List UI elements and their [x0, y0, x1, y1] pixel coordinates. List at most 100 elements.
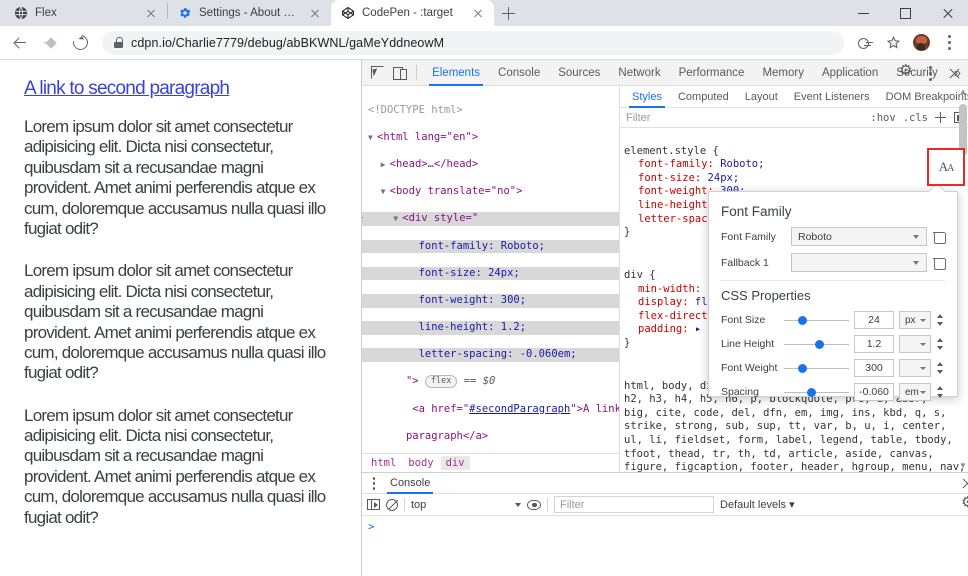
live-expression-eye-icon[interactable]: [527, 499, 541, 510]
devtools-close-button[interactable]: [942, 61, 966, 85]
tab-dom-breakpoints[interactable]: DOM Breakpoints: [878, 86, 968, 108]
font-size-input[interactable]: 24: [854, 311, 894, 329]
dom-line-doctype[interactable]: <!DOCTYPE html>: [362, 104, 619, 118]
dom-line-body-open[interactable]: ▼ <body translate="no">: [362, 185, 619, 199]
profile-button[interactable]: [908, 30, 934, 56]
font-weight-label: Font Weight: [721, 362, 778, 374]
font-family-select[interactable]: Roboto: [791, 227, 927, 246]
cls-toggle[interactable]: .cls: [903, 112, 928, 124]
more-options-dots[interactable]: ⋯: [362, 212, 364, 226]
forward-button[interactable]: [36, 29, 64, 57]
dom-line-html-open[interactable]: ▼ <html lang="en">: [362, 131, 619, 145]
dom-line-head[interactable]: ▶ <head>…</head>: [362, 158, 619, 172]
back-button[interactable]: [6, 29, 34, 57]
devtools-settings-button[interactable]: [894, 61, 918, 85]
line-height-input[interactable]: 1.2: [854, 335, 894, 353]
devtools-menu-button[interactable]: [918, 61, 942, 85]
address-bar[interactable]: cdpn.io/Charlie7779/debug/abBKWNL/gaMeYd…: [102, 30, 844, 55]
styles-scrollbar[interactable]: ▲ ▼: [959, 88, 967, 470]
font-size-slider[interactable]: [784, 314, 849, 327]
line-height-stepper[interactable]: [936, 337, 945, 351]
inspect-element-button[interactable]: [366, 61, 388, 85]
css-properties-title: CSS Properties: [721, 288, 811, 303]
declaration-font-size[interactable]: font-size: 24px;: [624, 172, 968, 186]
delete-fallback-button[interactable]: [933, 256, 946, 270]
second-paragraph-link[interactable]: A link to second paragraph: [24, 78, 230, 100]
tab-application[interactable]: Application: [813, 60, 887, 86]
breadcrumb-body[interactable]: body: [403, 456, 438, 470]
line-height-unit-select[interactable]: [899, 335, 931, 353]
fallback-select[interactable]: [791, 253, 927, 272]
breadcrumb-div[interactable]: div: [440, 456, 470, 470]
font-weight-input[interactable]: 300: [854, 359, 894, 377]
new-style-rule-button[interactable]: [935, 111, 947, 124]
font-size-stepper[interactable]: [936, 313, 945, 327]
dom-tree[interactable]: <!DOCTYPE html> ▼ <html lang="en"> ▶ <head…: [362, 86, 619, 453]
dom-style-font-weight[interactable]: font-weight: 300;: [362, 293, 619, 308]
flex-badge[interactable]: flex: [424, 375, 458, 389]
close-icon[interactable]: [143, 5, 159, 21]
browser-tab-codepen[interactable]: CodePen - :target: [331, 0, 494, 26]
key-icon: [857, 38, 873, 49]
font-weight-stepper[interactable]: [936, 361, 945, 375]
minimize-button[interactable]: [842, 0, 884, 26]
tab-performance[interactable]: Performance: [670, 60, 754, 86]
font-weight-slider[interactable]: [784, 362, 849, 375]
anchor-href-value[interactable]: #secondParagraph: [469, 403, 570, 415]
dom-line-div-style-close[interactable]: "> flex == $0: [362, 375, 619, 389]
tab-network[interactable]: Network: [609, 60, 669, 86]
bookmark-button[interactable]: [880, 30, 906, 56]
spacing-slider[interactable]: [784, 386, 849, 399]
font-size-unit-select[interactable]: px: [899, 311, 931, 329]
styles-filter-input[interactable]: Filter: [626, 112, 863, 124]
tab-memory[interactable]: Memory: [753, 60, 813, 86]
console-filter-input[interactable]: Filter: [554, 496, 714, 513]
execution-context-icon[interactable]: [367, 498, 380, 510]
drawer-tab-console[interactable]: Console: [382, 473, 438, 494]
browser-tab-flex[interactable]: Flex: [4, 0, 167, 26]
dom-line-anchor-cont[interactable]: paragraph</a>: [362, 430, 619, 444]
dom-style-font-family[interactable]: font-family: Roboto;: [362, 239, 619, 254]
line-height-slider[interactable]: [784, 338, 849, 351]
close-icon[interactable]: [470, 5, 486, 21]
chrome-menu-button[interactable]: [936, 30, 962, 56]
new-tab-button[interactable]: [494, 0, 522, 26]
tab-elements[interactable]: Elements: [423, 60, 489, 86]
close-icon[interactable]: [307, 5, 323, 21]
spacing-input[interactable]: -0.060: [854, 383, 894, 401]
delete-font-family-button[interactable]: [933, 230, 946, 244]
browser-tab-settings[interactable]: Settings - About Chrome: [168, 0, 331, 26]
console-context-select[interactable]: top: [411, 499, 521, 511]
spacing-stepper[interactable]: [936, 385, 945, 399]
close-icon: [942, 8, 953, 19]
reload-button[interactable]: [66, 29, 94, 57]
tab-sources[interactable]: Sources: [549, 60, 609, 86]
close-window-button[interactable]: [926, 0, 968, 26]
tab-console[interactable]: Console: [489, 60, 549, 86]
scroll-down-icon[interactable]: ▼: [959, 462, 967, 470]
dom-style-font-size[interactable]: font-size: 24px;: [362, 266, 619, 281]
dom-line-div-open[interactable]: ⋯ ▼<div style=": [362, 212, 619, 226]
dom-style-line-height[interactable]: line-height: 1.2;: [362, 321, 619, 335]
drawer-menu-button[interactable]: [366, 477, 382, 490]
dom-style-letter-spacing[interactable]: letter-spacing: -0.060em;: [362, 348, 619, 362]
tab-event-listeners[interactable]: Event Listeners: [786, 86, 878, 108]
device-toolbar-button[interactable]: [388, 61, 410, 85]
password-key-button[interactable]: [852, 30, 878, 56]
console-levels-select[interactable]: Default levels ▾: [720, 498, 795, 511]
breadcrumb-html[interactable]: html: [366, 456, 401, 470]
console-output[interactable]: >: [362, 516, 968, 576]
hov-toggle[interactable]: :hov: [870, 112, 895, 124]
tab-computed[interactable]: Computed: [670, 86, 737, 108]
font-weight-row: Font Weight 300: [721, 359, 945, 377]
declaration-font-family[interactable]: font-family: Roboto;: [624, 158, 968, 172]
tab-layout[interactable]: Layout: [737, 86, 786, 108]
spacing-unit-select[interactable]: em: [899, 383, 931, 401]
font-weight-unit-select[interactable]: [899, 359, 931, 377]
scroll-up-icon[interactable]: ▲: [959, 88, 967, 96]
tab-styles[interactable]: Styles: [624, 86, 670, 108]
font-editor-button[interactable]: AA: [927, 148, 965, 186]
clear-console-icon[interactable]: [386, 498, 398, 511]
maximize-button[interactable]: [884, 0, 926, 26]
dom-line-anchor[interactable]: <a href="#secondParagraph">A link to sec…: [362, 403, 619, 417]
